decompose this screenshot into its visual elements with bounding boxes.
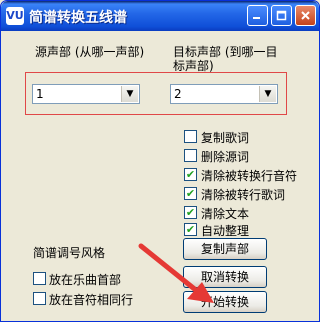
annotation-arrow-icon — [138, 243, 214, 303]
dialog-window: VU 简谱转换五线谱 源声部 (从哪一声部) 目标声部 (到哪一目 标声部) 1… — [0, 0, 320, 322]
